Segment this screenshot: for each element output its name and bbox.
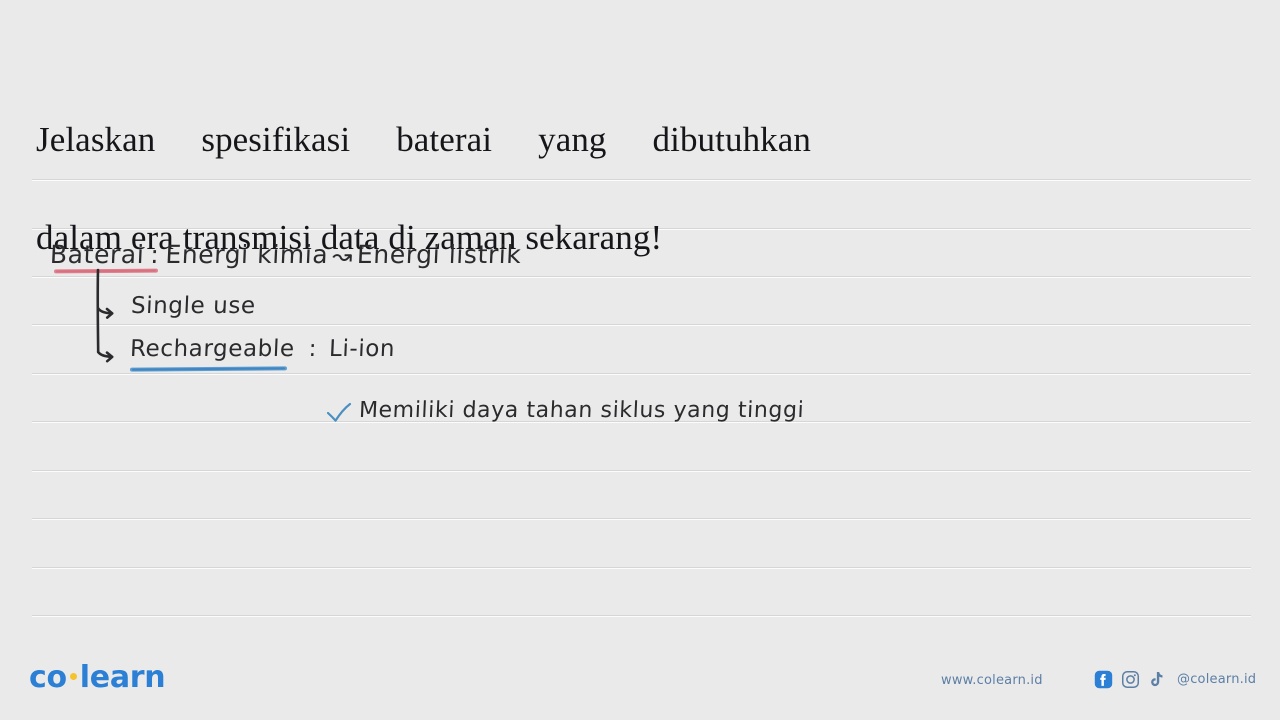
instagram-icon[interactable] [1121, 670, 1140, 689]
check-icon [326, 402, 352, 422]
ruled-line [32, 373, 1251, 374]
ruled-line [32, 324, 1251, 325]
wavy-arrow-icon: ↝ [331, 242, 354, 270]
note-branch-2-colon: : [308, 336, 318, 362]
underline-rechargeable [129, 366, 288, 372]
note-root-term: Baterai [49, 240, 146, 269]
note-root-colon: : [149, 240, 161, 269]
note-branch-2-label: Rechargeable [129, 336, 296, 362]
logo-text-learn: learn [79, 660, 166, 695]
tiktok-icon[interactable] [1148, 670, 1167, 689]
facebook-icon[interactable] [1094, 670, 1113, 689]
question-prompt: Jelaskan spesifikasi baterai yang dibutu… [36, 66, 866, 311]
note-branch-2-value: Li-ion [328, 336, 396, 362]
note-bullet-1-text: Memiliki daya tahan siklus yang tinggi [358, 398, 805, 423]
ruled-line [32, 518, 1251, 519]
social-links: @colearn.id [1094, 670, 1256, 689]
notebook-page: Jelaskan spesifikasi baterai yang dibutu… [0, 0, 1280, 720]
logo-dot-icon [69, 672, 77, 680]
footer-website[interactable]: www.colearn.id [941, 673, 1043, 688]
note-branch-1-label: Single use [130, 293, 257, 319]
note-branch-2: Rechargeable: Li-ion [129, 336, 396, 362]
ruled-line [32, 470, 1251, 471]
ruled-line [32, 567, 1251, 568]
ruled-line [32, 615, 1251, 616]
logo-text-co: co [29, 660, 67, 695]
note-root-from: Energi kimia [164, 240, 329, 269]
note-root-line: Baterai: Energi kimia ↝ Energi listrik [49, 240, 523, 270]
note-bullet-1: Memiliki daya tahan siklus yang tinggi [358, 398, 805, 423]
note-root-to: Energi listrik [356, 240, 523, 269]
colearn-logo[interactable]: co learn [29, 660, 166, 695]
footer-handle[interactable]: @colearn.id [1177, 672, 1256, 687]
note-branch-1: Single use [130, 293, 257, 319]
question-line-1: Jelaskan spesifikasi baterai yang dibutu… [36, 120, 811, 159]
